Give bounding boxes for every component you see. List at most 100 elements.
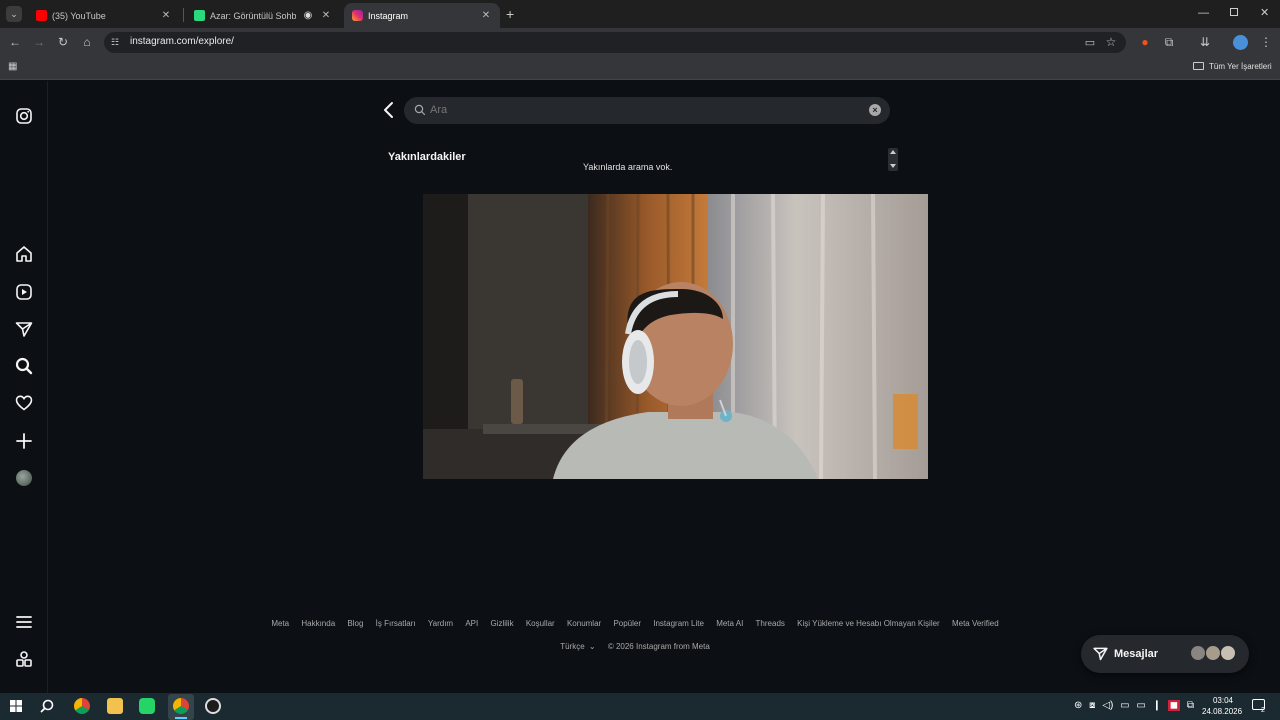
instagram-icon (352, 10, 363, 21)
recorder-icon[interactable] (205, 698, 221, 714)
webcam-picture (423, 194, 928, 479)
close-icon[interactable]: ✕ (160, 10, 172, 21)
no-recent-searches-text: Yakınlarda arama vok. (583, 162, 673, 172)
reload-icon[interactable]: ↻ (53, 32, 73, 52)
avatar (1220, 645, 1236, 661)
steam-icon[interactable]: ⊛ (1074, 700, 1082, 711)
site-info-icon[interactable]: ☷ (111, 37, 119, 48)
direct-send-icon[interactable] (14, 319, 34, 339)
address-bar[interactable] (104, 32, 1126, 53)
clock-date[interactable]: 24.08.2026 (1202, 707, 1242, 716)
instagram-logo-icon[interactable] (14, 106, 34, 126)
also-from-meta-icon[interactable] (14, 649, 34, 669)
bookmark-star-icon[interactable]: ☆ (1101, 32, 1121, 52)
apps-grid-icon[interactable]: ▦ (8, 61, 17, 72)
file-explorer-icon[interactable] (107, 698, 123, 714)
azar-icon (194, 10, 205, 21)
whatsapp-icon[interactable] (139, 698, 155, 714)
tray-icons: ⊛ ⧇ ◁) ▭ ▭ ❙ ◼ ⧉ (1074, 700, 1194, 711)
footer-links: Meta Hakkında Blog İş Fırsatları Yardım … (0, 619, 1270, 628)
footer-link[interactable]: API (465, 619, 478, 628)
tab-title: (35) YouTube (52, 10, 106, 21)
messages-label: Mesajlar (1114, 648, 1159, 660)
notification-count: 2 (1261, 707, 1265, 714)
downloads-icon[interactable]: ⇊ (1195, 32, 1215, 52)
chrome-icon[interactable] (173, 698, 189, 714)
profile-avatar[interactable] (1233, 35, 1248, 50)
search-icon (414, 104, 426, 116)
install-app-icon[interactable]: ▭ (1080, 32, 1100, 52)
heart-icon[interactable] (14, 393, 34, 413)
tab-divider (183, 8, 184, 22)
volume-icon[interactable]: ◁) (1102, 700, 1113, 711)
scrollbar[interactable] (888, 148, 898, 171)
direct-send-icon (1093, 647, 1108, 661)
back-arrow-icon[interactable]: ← (5, 32, 25, 52)
footer-link[interactable]: Konumlar (567, 619, 601, 628)
footer-link[interactable]: Kişi Yükleme ve Hesabı Olmayan Kişiler (797, 619, 940, 628)
create-plus-icon[interactable] (14, 431, 34, 451)
left-navigation (0, 81, 48, 693)
tab-instagram[interactable]: Instagram ✕ (344, 3, 500, 28)
extension-icon[interactable]: ● (1135, 32, 1155, 52)
footer-link[interactable]: Popüler (613, 619, 641, 628)
recording-icon: ◉ (303, 10, 313, 21)
footer-link[interactable]: Meta AI (716, 619, 743, 628)
footer-bottom: Türkçe ⌄ © 2026 Instagram from Meta (0, 642, 1270, 651)
network-icon[interactable]: ▭ (1136, 700, 1145, 711)
app-tray-icon[interactable]: ◼ (1167, 700, 1181, 711)
windows-start-icon[interactable] (10, 700, 22, 712)
bookmarks-bar (0, 56, 1280, 80)
scroll-up-arrow-icon[interactable] (890, 150, 896, 154)
footer-link[interactable]: Meta (271, 619, 289, 628)
search-icon[interactable] (14, 356, 34, 376)
home-icon[interactable] (14, 244, 34, 264)
back-chevron-icon[interactable] (380, 100, 398, 120)
scroll-down-arrow-icon[interactable] (890, 164, 896, 168)
display-icon[interactable]: ⧉ (1187, 700, 1194, 711)
forward-arrow-icon[interactable]: → (29, 32, 49, 52)
footer-link[interactable]: Koşullar (526, 619, 555, 628)
new-tab-button[interactable]: + (506, 6, 514, 22)
search-icon[interactable] (40, 699, 54, 713)
tab-azar[interactable]: Azar: Görüntülü Sohbet & V ◉ ✕ (186, 3, 340, 28)
clock-time[interactable]: 03:04 (1206, 696, 1240, 705)
tab-title: Azar: Görüntülü Sohbet & V (210, 10, 296, 21)
footer-link[interactable]: Gizlilik (490, 619, 513, 628)
tab-search-icon[interactable]: ⌄ (6, 6, 22, 22)
footer-link[interactable]: Meta Verified (952, 619, 999, 628)
chevron-down-icon[interactable]: ⌄ (589, 642, 596, 651)
close-icon[interactable]: ✕ (480, 10, 492, 21)
avatar (1190, 645, 1206, 661)
close-icon[interactable]: ✕ (320, 10, 332, 21)
restore-button[interactable] (1230, 8, 1238, 16)
mic-icon[interactable]: ❙ (1153, 700, 1161, 711)
language-select[interactable]: Türkçe (560, 642, 584, 651)
avatar (1205, 645, 1221, 661)
footer-link[interactable]: Instagram Lite (653, 619, 704, 628)
footer-link[interactable]: İş Fırsatları (376, 619, 416, 628)
home-icon[interactable]: ⌂ (77, 32, 97, 52)
all-bookmarks-link[interactable]: Tüm Yer İşaretleri (1209, 62, 1272, 71)
footer-link[interactable]: Hakkında (301, 619, 335, 628)
clear-search-icon[interactable]: × (869, 104, 881, 116)
footer-link[interactable]: Threads (756, 619, 785, 628)
profile-avatar[interactable] (16, 470, 32, 486)
close-window-button[interactable]: ✕ (1260, 6, 1269, 19)
webcam-overlay (423, 194, 928, 479)
tab-title: Instagram (368, 10, 409, 21)
extensions-puzzle-icon[interactable]: ⧉ (1159, 32, 1179, 52)
recent-searches-title: Yakınlardakiler (388, 151, 466, 163)
menu-kebab-icon[interactable]: ⋮ (1256, 32, 1276, 52)
monitor-icon[interactable]: ▭ (1120, 700, 1129, 711)
minimize-button[interactable]: — (1198, 7, 1209, 19)
url-text[interactable]: instagram.com/explore/ (130, 36, 234, 47)
folder-icon (1193, 62, 1204, 70)
footer-link[interactable]: Blog (347, 619, 363, 628)
gamepad-icon[interactable]: ⧇ (1089, 700, 1095, 711)
footer-link[interactable]: Yardım (428, 619, 453, 628)
search-input[interactable] (430, 104, 850, 116)
chrome-icon[interactable] (74, 698, 90, 714)
reels-icon[interactable] (14, 282, 34, 302)
tab-youtube[interactable]: (35) YouTube ✕ (28, 3, 180, 28)
